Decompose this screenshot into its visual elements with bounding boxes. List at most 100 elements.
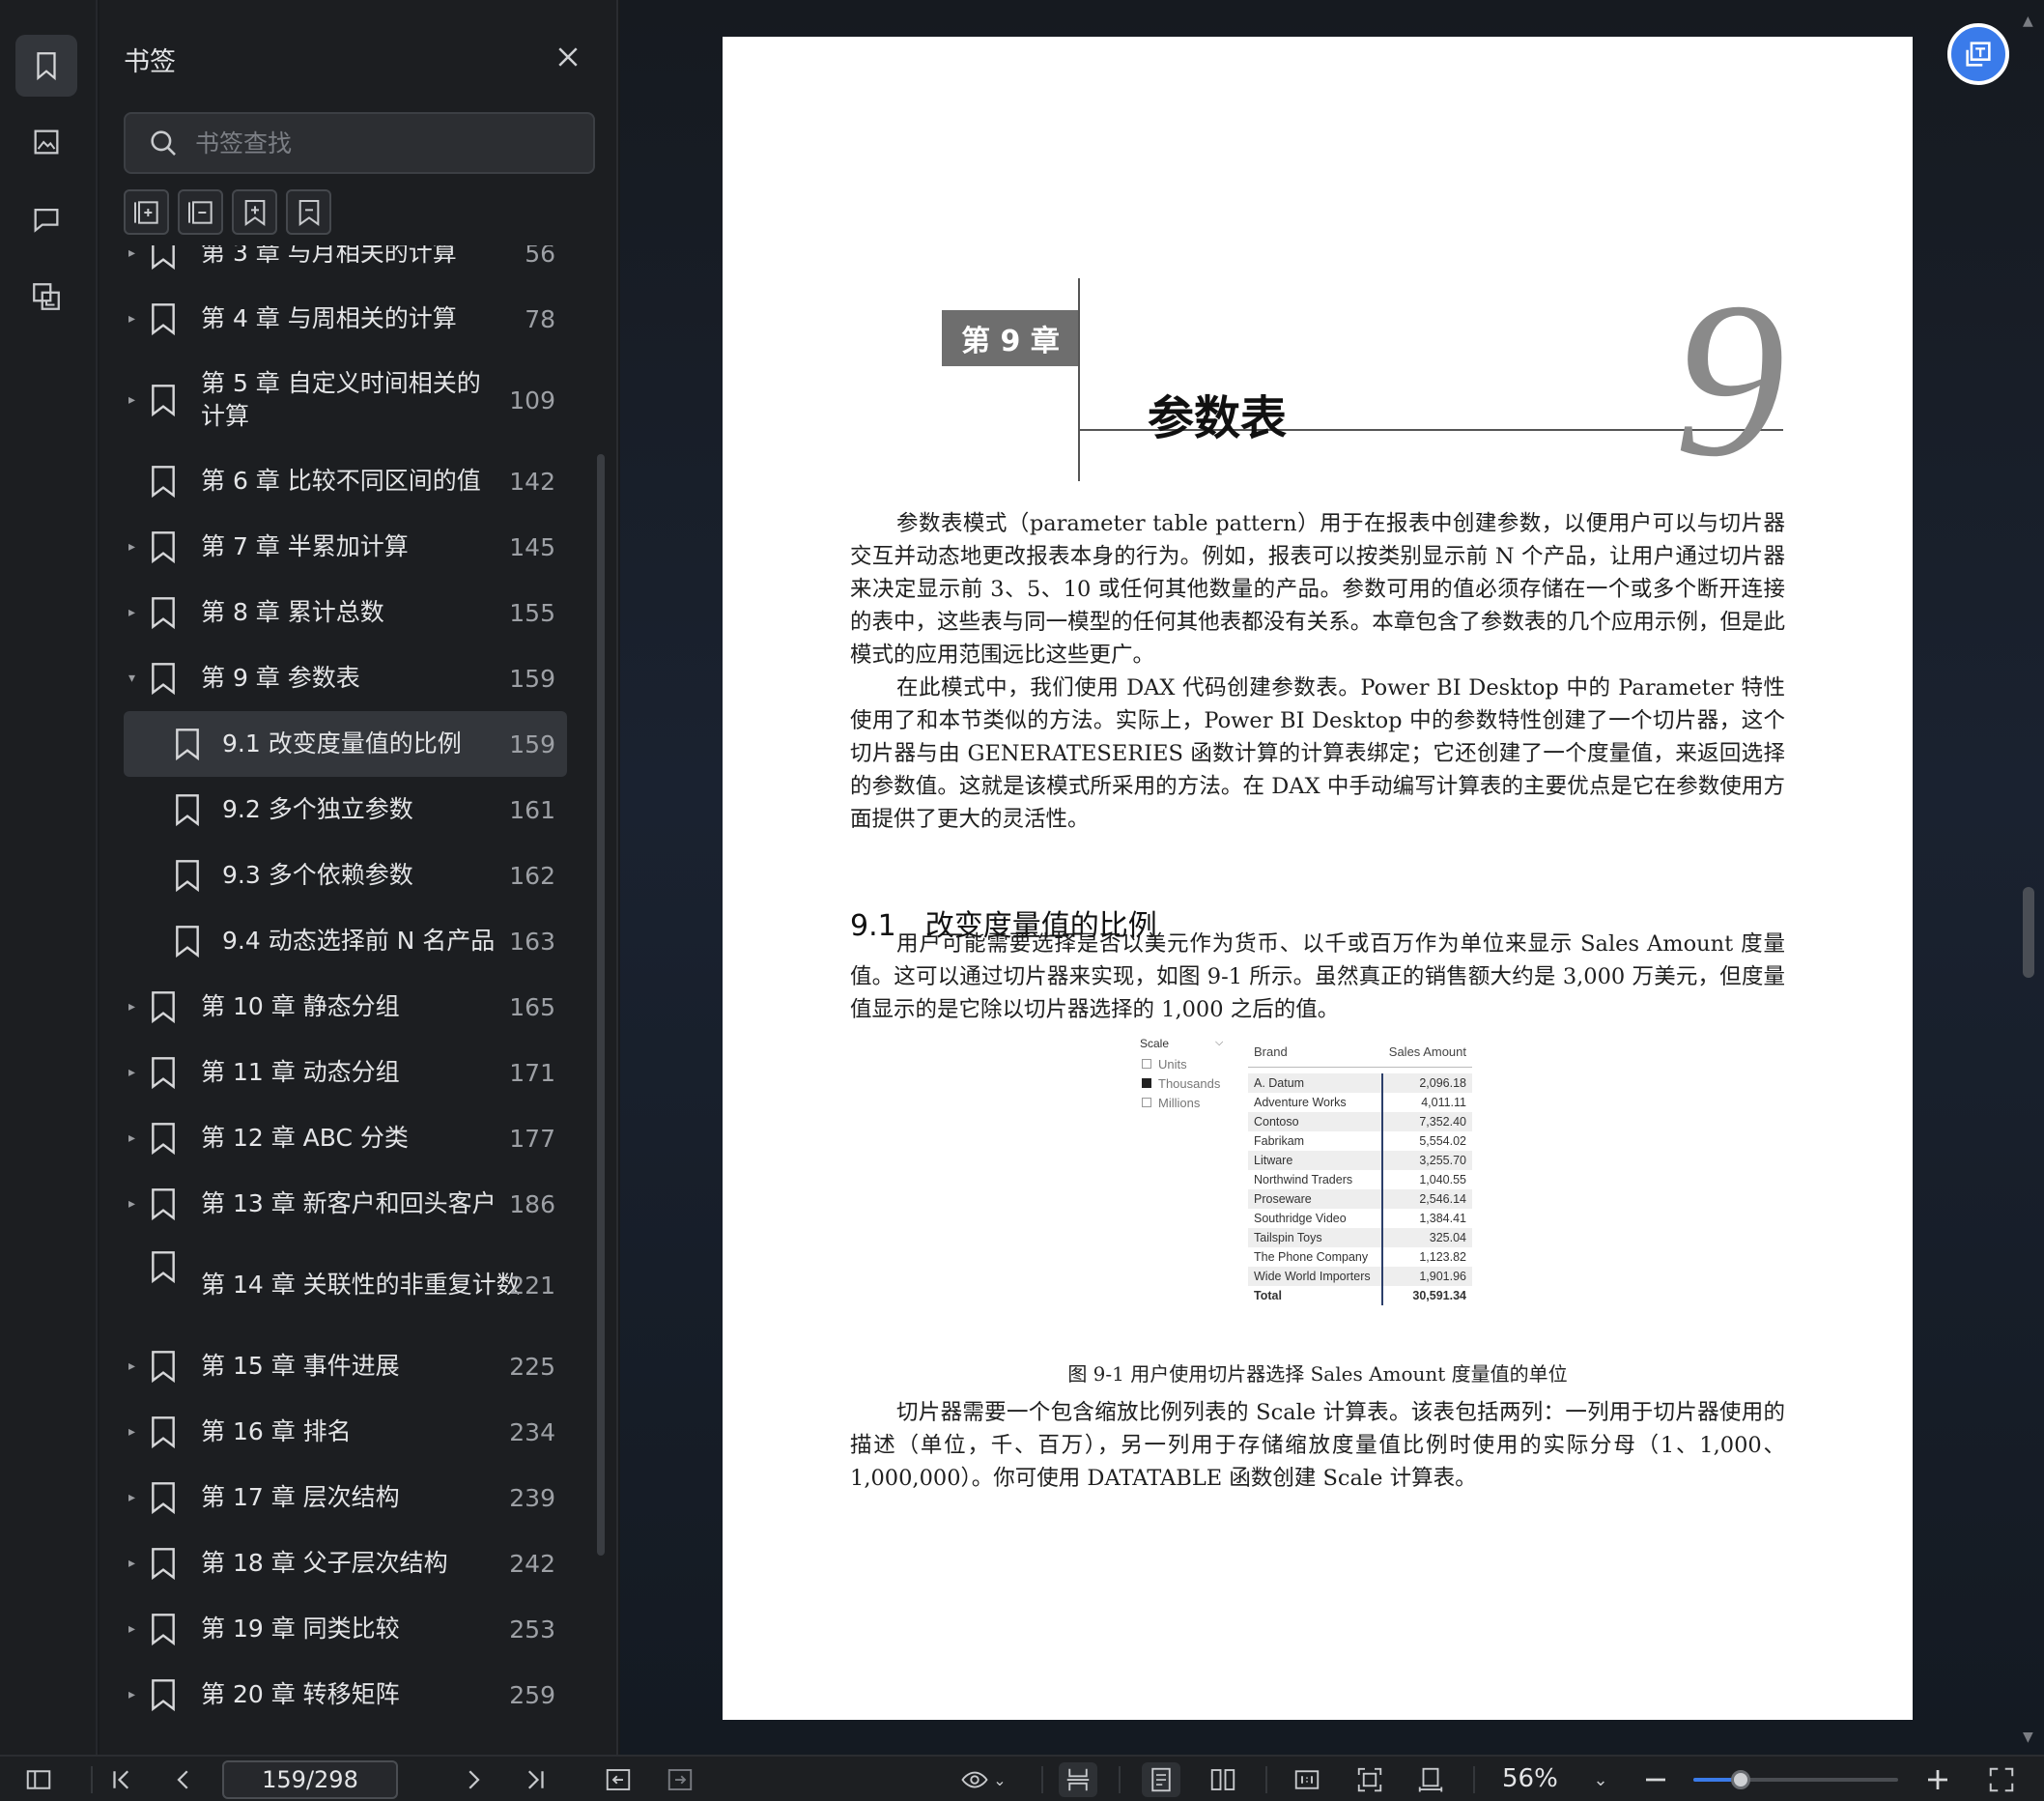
toggle-sidebar-button[interactable] — [21, 1762, 56, 1797]
document-viewport: 第 9 章 参数表 9 参数表模式（parameter table patter… — [620, 0, 2044, 1755]
caret-right-icon[interactable]: ▸ — [128, 1065, 142, 1080]
fit-page-button[interactable] — [1350, 1762, 1389, 1797]
two-page-button[interactable] — [1204, 1762, 1242, 1797]
first-page-button[interactable] — [104, 1762, 139, 1797]
bookmark-icon — [152, 1614, 175, 1646]
bookmark-item[interactable]: ▸ 第 12 章 ABC 分类 177 — [99, 1105, 592, 1171]
sales-amount-cell: 7,352.40 — [1419, 1115, 1466, 1129]
bookmark-item[interactable]: ▸ 第 11 章 动态分组 171 — [99, 1040, 592, 1105]
bookmark-item[interactable]: ▸ 第 3 章 与月相关的计算 56 — [99, 245, 592, 286]
panel-scrollbar[interactable] — [597, 454, 605, 1556]
bookmark-item[interactable]: ▸ 第 5 章 自定义时间相关的计算 109 — [99, 352, 592, 448]
bookmark-item[interactable]: ▸ 第 13 章 新客户和回头客户 186 — [99, 1171, 592, 1237]
continuous-scroll-button[interactable] — [1059, 1762, 1097, 1797]
zoom-out-button[interactable] — [1640, 1762, 1671, 1797]
bookmark-item[interactable]: ▸ 第 15 章 事件进展 225 — [99, 1333, 592, 1399]
thumbnails-tab[interactable] — [15, 111, 77, 173]
bookmark-item[interactable]: ▸ 第 7 章 半累加计算 145 — [99, 514, 592, 580]
comments-tab[interactable] — [15, 188, 77, 250]
caret-right-icon[interactable]: ▸ — [128, 1490, 142, 1505]
bookmark-item[interactable]: ▸ 第 18 章 父子层次结构 242 — [99, 1530, 592, 1596]
floating-action-button[interactable] — [1947, 23, 2009, 85]
document-page: 第 9 章 参数表 9 参数表模式（parameter table patter… — [723, 37, 1913, 1720]
caret-right-icon[interactable]: ▸ — [128, 1130, 142, 1146]
go-back-button[interactable] — [601, 1762, 636, 1797]
bookmark-item[interactable]: ▾ 第 9 章 参数表 159 — [99, 645, 592, 711]
actual-size-icon — [1294, 1770, 1320, 1789]
page-number-input[interactable] — [222, 1760, 398, 1799]
paragraph-4: 切片器需要一个包含缩放比例列表的 Scale 计算表。该表包括两列：一列用于切片… — [850, 1400, 1785, 1491]
bookmark-page-number: 159 — [509, 664, 555, 693]
slicer-options: Units Thousands Millions — [1140, 1054, 1229, 1112]
slicer-option: Units — [1142, 1054, 1229, 1073]
last-page-button[interactable] — [518, 1762, 553, 1797]
remove-bookmark-button[interactable] — [286, 189, 331, 235]
add-bookmark-button[interactable] — [232, 189, 277, 235]
checkbox-icon — [1142, 1059, 1151, 1069]
caret-right-icon[interactable]: ▸ — [128, 1556, 142, 1571]
caret-right-icon[interactable]: ▸ — [128, 1621, 142, 1637]
bookmark-subitem[interactable]: 9.3 多个依赖参数 162 — [99, 843, 592, 908]
bookmark-subitem[interactable]: 9.1 改变度量值的比例 159 — [99, 711, 592, 777]
close-panel-button[interactable] — [554, 43, 582, 71]
bookmark-icon — [176, 729, 199, 761]
bookmark-icon — [152, 663, 175, 696]
bookmark-label: 9.3 多个依赖参数 — [222, 861, 413, 889]
sales-amount-cell: 2,546.14 — [1419, 1192, 1466, 1206]
layers-icon — [33, 283, 60, 310]
bookmark-icon — [152, 1548, 175, 1581]
bookmark-icon — [152, 245, 175, 271]
scroll-down-arrow[interactable]: ▼ — [2023, 1730, 2033, 1745]
bookmark-item[interactable]: ▸ 第 16 章 排名 234 — [99, 1399, 592, 1465]
bookmark-search-input[interactable] — [195, 129, 562, 157]
bookmark-item[interactable]: 第 14 章 关联性的非重复计数 221 — [99, 1237, 592, 1333]
go-forward-button[interactable] — [663, 1762, 697, 1797]
table-row: Northwind Traders 1,040.55 — [1248, 1170, 1472, 1189]
caret-right-icon[interactable]: ▸ — [128, 1687, 142, 1702]
table-row: Litware 3,255.70 — [1248, 1151, 1472, 1170]
paragraph-3: 用户可能需要选择是否以美元作为货币、以千或百万作为单位来显示 Sales Amo… — [850, 931, 1785, 1022]
bookmarks-tab[interactable] — [15, 35, 77, 97]
previous-page-button[interactable] — [166, 1762, 201, 1797]
zoom-in-button[interactable] — [1922, 1762, 1953, 1797]
single-page-button[interactable] — [1142, 1762, 1180, 1797]
view-mode-dropdown[interactable]: ⌄ — [951, 1762, 1015, 1797]
caret-right-icon[interactable]: ▸ — [128, 1424, 142, 1440]
caret-right-icon[interactable]: ▸ — [128, 1196, 142, 1212]
bookmark-item[interactable]: ▸ 第 20 章 转移矩阵 259 — [99, 1662, 592, 1728]
fit-width-button[interactable] — [1411, 1762, 1450, 1797]
collapse-all-button[interactable] — [178, 189, 223, 235]
bookmark-icon — [152, 1251, 175, 1284]
actual-size-button[interactable] — [1288, 1762, 1326, 1797]
bookmark-item[interactable]: ▸ 第 19 章 同类比较 253 — [99, 1596, 592, 1662]
bookmark-item[interactable]: ▸ 第 17 章 层次结构 239 — [99, 1465, 592, 1530]
caret-right-icon[interactable]: ▸ — [128, 605, 142, 620]
bookmark-label: 第 20 章 转移矩阵 — [201, 1680, 400, 1708]
zoom-slider-handle[interactable] — [1730, 1770, 1750, 1789]
fullscreen-button[interactable] — [1984, 1762, 2019, 1797]
bookmark-subitem[interactable]: 9.2 多个独立参数 161 — [99, 777, 592, 843]
bookmark-icon — [152, 991, 175, 1024]
next-page-button[interactable] — [456, 1762, 491, 1797]
zoom-slider[interactable] — [1693, 1770, 1898, 1789]
bookmark-item[interactable]: ▸ 第 10 章 静态分组 165 — [99, 974, 592, 1040]
bookmark-label: 第 19 章 同类比较 — [201, 1615, 400, 1643]
caret-right-icon[interactable]: ▸ — [128, 999, 142, 1015]
caret-down-icon[interactable]: ▾ — [128, 671, 142, 686]
bookmark-subitem[interactable]: 9.4 动态选择前 N 名产品 163 — [99, 908, 592, 974]
scroll-up-arrow[interactable]: ▲ — [2023, 14, 2033, 29]
bookmark-item[interactable]: ▸ 第 4 章 与周相关的计算 78 — [99, 286, 592, 352]
attachments-tab[interactable] — [15, 266, 77, 328]
bookmark-item[interactable]: ▸ 第 8 章 累计总数 155 — [99, 580, 592, 645]
zoom-level[interactable]: 56% — [1502, 1764, 1558, 1793]
caret-right-icon[interactable]: ▸ — [128, 539, 142, 555]
zoom-dropdown-button[interactable]: ⌄ — [1586, 1762, 1615, 1797]
caret-right-icon[interactable]: ▸ — [128, 392, 142, 408]
document-scrollbar[interactable] — [2023, 887, 2034, 978]
caret-right-icon[interactable]: ▸ — [128, 245, 142, 261]
expand-all-icon — [133, 200, 158, 224]
caret-right-icon[interactable]: ▸ — [128, 311, 142, 327]
caret-right-icon[interactable]: ▸ — [128, 1358, 142, 1374]
bookmark-item[interactable]: 第 6 章 比较不同区间的值 142 — [99, 448, 592, 514]
expand-all-button[interactable] — [124, 189, 169, 235]
